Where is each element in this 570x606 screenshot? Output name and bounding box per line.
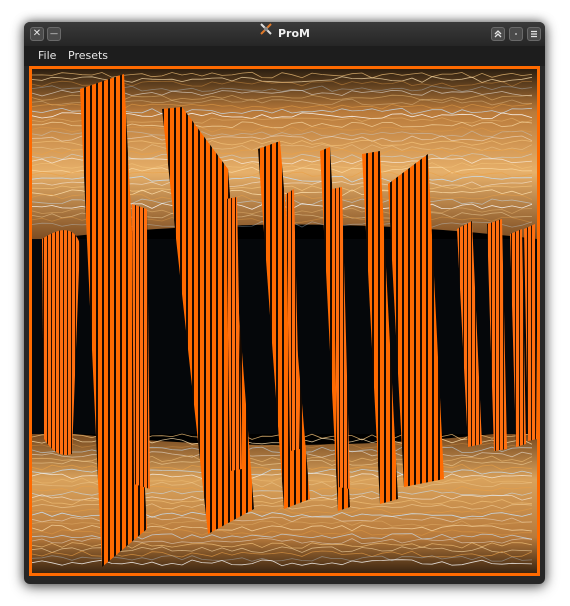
window-menu-button[interactable]	[527, 27, 541, 41]
sticky-button[interactable]	[509, 27, 523, 41]
window-title-area: ProM	[24, 22, 545, 46]
menu-presets[interactable]: Presets	[62, 46, 114, 66]
prom-window: ✕ — ProM File Presets	[24, 22, 545, 584]
menu-bar: File Presets	[24, 46, 545, 66]
maximize-button[interactable]	[491, 27, 505, 41]
visualization-canvas[interactable]	[32, 69, 537, 573]
visualization-frame	[29, 66, 540, 576]
prom-app-icon	[259, 22, 273, 45]
menu-file[interactable]: File	[32, 46, 62, 66]
visualization-scene	[32, 69, 537, 573]
dot-icon	[510, 32, 522, 43]
ribbon-shape	[132, 204, 150, 489]
window-title: ProM	[278, 27, 310, 40]
chevrons-up-icon	[492, 30, 504, 43]
hamburger-icon	[528, 30, 540, 43]
title-bar[interactable]: ✕ — ProM	[24, 22, 545, 46]
